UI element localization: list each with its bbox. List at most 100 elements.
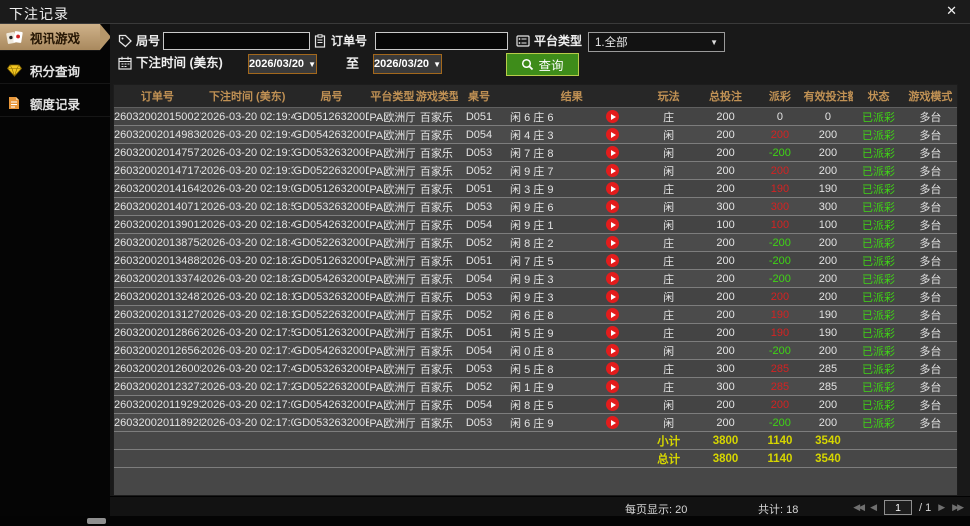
order-number-input[interactable] (375, 32, 508, 50)
column-header: 状态 (853, 85, 904, 108)
cell-time: 2026-03-20 02:18:29 (200, 251, 294, 270)
cell-order: 260320020134885 (114, 251, 201, 270)
cell-result: 闲 7 庄 8 (500, 143, 644, 162)
cell-round: GD054263200DH (293, 215, 370, 234)
cell-payout: 100 (757, 215, 803, 234)
cell-game: 百家乐 (414, 233, 458, 252)
cell-platform: PA欧洲厅 (369, 233, 415, 252)
table-row: 260320020126564 2026-03-20 02:17:45 GD0542… (114, 341, 957, 360)
cell-play: 闲 (643, 125, 694, 144)
cell-table: D052 (457, 161, 501, 180)
table-row: 260320020119293 2026-03-20 02:17:08 GD0542… (114, 395, 957, 414)
replay-video-icon[interactable] (606, 146, 620, 159)
replay-video-icon[interactable] (606, 200, 620, 213)
platform-type-value: 1.全部 (595, 37, 628, 49)
replay-video-icon[interactable] (606, 290, 620, 303)
cell-order: 260320020147174 (114, 161, 201, 180)
date-to-picker[interactable]: 2026/03/20 ▼ (373, 54, 442, 74)
cell-payout: -200 (757, 413, 803, 432)
cell-result: 闲 5 庄 8 (500, 359, 644, 378)
replay-video-icon[interactable] (606, 218, 620, 231)
table-row: 260320020139011 2026-03-20 02:18:47 GD0542… (114, 215, 957, 234)
cell-valid: 200 (802, 251, 854, 270)
replay-video-icon[interactable] (606, 416, 620, 429)
cell-game: 百家乐 (414, 413, 458, 432)
chevron-down-icon: ▼ (710, 37, 718, 47)
cell-valid: 0 (802, 107, 854, 126)
cell-valid: 200 (802, 269, 854, 288)
cell-bet: 200 (693, 323, 758, 342)
column-header: 玩法 (643, 85, 694, 108)
cell-bet: 200 (693, 143, 758, 162)
table-row: 260320020131276 2026-03-20 02:18:11 GD0522… (114, 305, 957, 324)
next-page-button[interactable]: ▶ (938, 502, 945, 513)
replay-video-icon[interactable] (606, 254, 620, 267)
platform-type-select[interactable]: 1.全部 ▼ (588, 32, 725, 52)
main-panel: 局号 订单号 平台类型 1.全部 ▼ 下注时间 (美东) 2026/03/20 ▼… (110, 24, 970, 518)
first-page-button[interactable]: ◀◀ (853, 502, 865, 513)
subtotal-label: 小计 (643, 431, 694, 450)
replay-video-icon[interactable] (606, 164, 620, 177)
replay-video-icon[interactable] (606, 110, 620, 123)
last-page-button[interactable]: ▶▶ (952, 502, 964, 513)
table-row: 260320020118928 2026-03-20 02:17:05 GD0532… (114, 413, 957, 432)
cell-mode: 多台 (903, 413, 957, 432)
replay-video-icon[interactable] (606, 308, 620, 321)
cell-platform: PA欧洲厅 (369, 143, 415, 162)
round-number-input[interactable] (163, 32, 310, 50)
diamond-icon (5, 64, 23, 77)
sidebar-item-label: 额度记录 (30, 97, 81, 112)
cell-table: D052 (457, 305, 501, 324)
date-from-picker[interactable]: 2026/03/20 ▼ (248, 54, 317, 74)
cell-valid: 200 (802, 143, 854, 162)
round-number-label: 局号 (136, 34, 161, 48)
cell-platform: PA欧洲厅 (369, 161, 415, 180)
cell-order: 260320020147571 (114, 143, 201, 162)
column-header: 总投注 (693, 85, 758, 108)
replay-video-icon[interactable] (606, 344, 620, 357)
close-button[interactable]: ✕ (946, 4, 957, 18)
column-header: 平台类型 (369, 85, 415, 108)
cell-mode: 多台 (903, 377, 957, 396)
result-text: 闲 3 庄 9 (510, 183, 554, 196)
document-icon (5, 96, 23, 110)
titlebar: 下注记录 ✕ (0, 0, 970, 24)
cell-platform: PA欧洲厅 (369, 395, 415, 414)
cell-round: GD053263200EG (293, 287, 370, 306)
replay-video-icon[interactable] (606, 380, 620, 393)
cell-mode: 多台 (903, 179, 957, 198)
table-row: 260320020141645 2026-03-20 02:19:02 GD0512… (114, 179, 957, 198)
replay-video-icon[interactable] (606, 362, 620, 375)
cell-round: GD051263200D3 (293, 323, 370, 342)
result-text: 闲 9 庄 6 (510, 201, 554, 214)
prev-page-button[interactable]: ◀ (870, 502, 877, 513)
sidebar-item-video-games[interactable]: 视讯游戏 (0, 24, 111, 51)
replay-video-icon[interactable] (606, 398, 620, 411)
cell-mode: 多台 (903, 395, 957, 414)
replay-video-icon[interactable] (606, 326, 620, 339)
cell-time: 2026-03-20 02:19:34 (200, 143, 294, 162)
cell-bet: 200 (693, 413, 758, 432)
cell-bet: 300 (693, 377, 758, 396)
cell-time: 2026-03-20 02:18:46 (200, 233, 294, 252)
result-text: 闲 6 庄 8 (510, 309, 554, 322)
cell-time: 2026-03-20 02:18:11 (200, 305, 294, 324)
table-row: 260320020123273 2026-03-20 02:17:29 GD0522… (114, 377, 957, 396)
replay-video-icon[interactable] (606, 128, 620, 141)
cell-valid: 285 (802, 359, 854, 378)
cell-result: 闲 8 庄 2 (500, 233, 644, 252)
cell-order: 260320020131276 (114, 305, 201, 324)
subtotal-row: 小计 3800 1140 3540 (114, 431, 957, 450)
cell-payout: -200 (757, 269, 803, 288)
cell-time: 2026-03-20 02:17:42 (200, 359, 294, 378)
replay-video-icon[interactable] (606, 182, 620, 195)
query-button[interactable]: 查询 (506, 53, 579, 76)
sidebar-item-points-query[interactable]: 积分查询 (0, 57, 110, 84)
replay-video-icon[interactable] (606, 236, 620, 249)
chevron-down-icon: ▼ (308, 59, 316, 69)
sidebar-item-quota-records[interactable]: 额度记录 (0, 90, 110, 117)
page-input[interactable] (884, 500, 912, 515)
cell-platform: PA欧洲厅 (369, 305, 415, 324)
cell-mode: 多台 (903, 161, 957, 180)
replay-video-icon[interactable] (606, 272, 620, 285)
